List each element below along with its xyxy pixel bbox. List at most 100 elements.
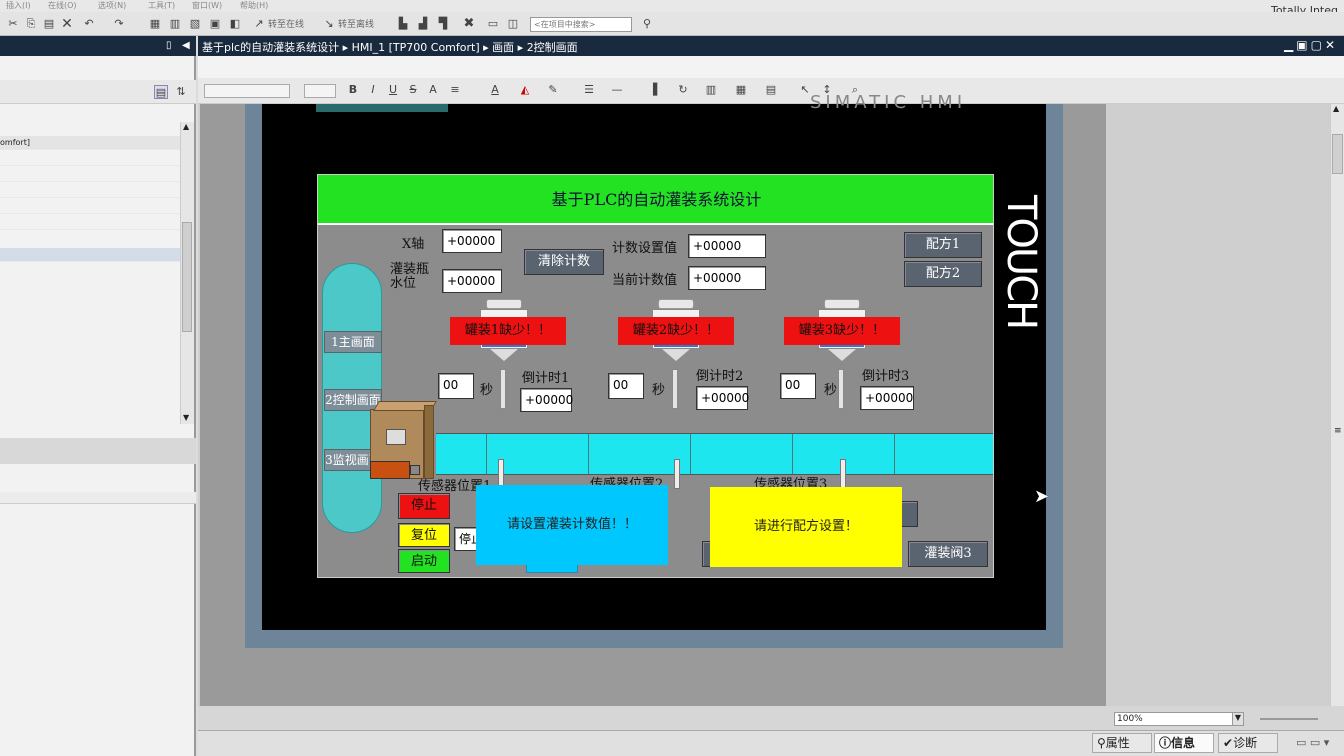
restore-icon[interactable]: ▣	[1296, 38, 1310, 52]
split-horizontal-icon[interactable]: ▭	[486, 17, 500, 31]
go-offline-icon[interactable]: ↘	[322, 17, 336, 31]
delete-icon[interactable]: ✕	[60, 17, 74, 31]
stop-icon[interactable]: ▜	[436, 17, 450, 31]
underline-icon[interactable]: U	[386, 83, 400, 97]
stop-button[interactable]: 停止	[398, 493, 450, 519]
tab-info[interactable]: ⓘ信息	[1154, 733, 1214, 753]
distribute-icon[interactable]: ▥	[704, 83, 718, 97]
tank-3-countdown-field[interactable]: +00000	[860, 386, 914, 410]
tank-1-countdown-field[interactable]: +00000	[520, 388, 573, 412]
clear-count-button[interactable]: 清除计数	[524, 249, 604, 275]
tree-scroll-thumb[interactable]	[182, 222, 192, 332]
compile-icon[interactable]: ▦	[148, 17, 162, 31]
go-online-icon[interactable]: ↗	[252, 17, 266, 31]
strikethrough-icon[interactable]: S	[406, 83, 420, 97]
line-width-icon[interactable]: —	[610, 83, 624, 97]
simulate-icon[interactable]: ▣	[208, 17, 222, 31]
paste-icon[interactable]: ▤	[42, 17, 56, 31]
font-size-select[interactable]	[304, 84, 336, 98]
count-setpoint-io-field[interactable]: +00000	[688, 234, 766, 258]
copy-icon[interactable]: ⎘	[24, 17, 38, 31]
menu-online[interactable]: 在线(O)	[48, 0, 77, 11]
close-icon[interactable]: ✕	[1325, 38, 1338, 52]
menu-options[interactable]: 选项(N)	[98, 0, 126, 11]
italic-icon[interactable]: I	[366, 83, 380, 97]
maximize-icon[interactable]: ▢	[1311, 38, 1325, 52]
inspector-window-buttons[interactable]: ▭ ▭ ▾	[1296, 736, 1329, 749]
bold-icon[interactable]: B	[346, 83, 360, 97]
minimize-icon[interactable]: ▁	[1284, 38, 1296, 52]
download-icon[interactable]: ▥	[168, 17, 182, 31]
recipe1-button[interactable]: 配方1	[904, 232, 982, 258]
tank-2-seconds-field[interactable]: 00	[608, 373, 644, 399]
align-icon[interactable]: ≡	[448, 83, 462, 97]
scroll-up-icon[interactable]: ▲	[183, 122, 189, 131]
editor-scroll-thumb[interactable]	[1332, 134, 1343, 174]
scroll-up-icon[interactable]: ▲	[1333, 104, 1339, 113]
menu-help[interactable]: 帮助(H)	[240, 0, 268, 11]
valve3-button[interactable]: 灌装阀3	[908, 541, 988, 567]
menu-tools[interactable]: 工具(T)	[148, 0, 175, 11]
tank-3-seconds-field[interactable]: 00	[780, 373, 816, 399]
tree-row[interactable]	[0, 152, 180, 166]
upload-icon[interactable]: ▧	[188, 17, 202, 31]
align-objects-icon[interactable]: ▐	[646, 83, 660, 97]
fill-bottle-level-io-field[interactable]: +00000	[442, 269, 502, 293]
monitor-icon[interactable]: ▟	[416, 17, 430, 31]
tree-scrollbar[interactable]: ▲ ▼	[180, 122, 194, 424]
breadcrumb-project[interactable]: 基于plc的自动灌装系统设计	[202, 41, 339, 54]
line-color-icon[interactable]: ✎	[546, 83, 560, 97]
font-color-icon[interactable]: A	[488, 83, 502, 97]
tree-row[interactable]	[0, 168, 180, 182]
accessible-devices-icon[interactable]: ▙	[396, 17, 410, 31]
project-search-input[interactable]: <在项目中搜索>	[530, 17, 632, 32]
tree-item-hmi[interactable]: omfort]	[0, 136, 180, 150]
fill-color-icon[interactable]: ◭	[518, 83, 532, 97]
tree-row[interactable]	[0, 184, 180, 198]
view-toggle-icon[interactable]: ▤	[154, 85, 168, 99]
recipe2-button[interactable]: 配方2	[904, 261, 982, 287]
breadcrumb-device[interactable]: HMI_1 [TP700 Comfort]	[352, 41, 480, 54]
current-count-io-field[interactable]: +00000	[688, 266, 766, 290]
device-icon[interactable]: ◧	[228, 17, 242, 31]
tree-row[interactable]	[0, 200, 180, 214]
menu-insert[interactable]: 插入(I)	[6, 0, 31, 11]
start-button[interactable]: 启动	[398, 549, 450, 573]
go-online-button[interactable]: 转至在线	[268, 17, 304, 30]
tree-row[interactable]	[0, 216, 180, 230]
cut-icon[interactable]: ✂	[6, 17, 20, 31]
zoom-select[interactable]: 100%	[1114, 712, 1238, 726]
rotate-icon[interactable]: ↻	[676, 83, 690, 97]
pin-icon[interactable]: ▯	[166, 40, 172, 51]
reset-button[interactable]: 复位	[398, 523, 450, 547]
text-size-icon[interactable]: A	[426, 83, 440, 97]
cross-icon[interactable]: ✖	[462, 17, 476, 31]
tree-row-selected[interactable]	[0, 248, 180, 262]
nav-main-screen-button[interactable]: 1主画面	[324, 331, 382, 353]
main-toolbar: ✂ ⎘ ▤ ✕ ↶ ↷ ▦ ▥ ▧ ▣ ◧ ↗ 转至在线 ↘ 转至离线 ▙ ▟ …	[0, 12, 1344, 36]
go-offline-button[interactable]: 转至离线	[338, 17, 374, 30]
refresh-icon[interactable]: ⇅	[174, 85, 188, 99]
breadcrumb-current-screen[interactable]: 2控制画面	[527, 41, 578, 54]
breadcrumb-screens[interactable]: 画面	[492, 41, 514, 54]
zoom-dropdown-icon[interactable]: ▼	[1232, 712, 1244, 726]
menu-window[interactable]: 窗口(W)	[192, 0, 222, 11]
search-go-icon[interactable]: ⚲	[640, 17, 654, 31]
hmi-screen[interactable]: 基于PLC的自动灌装系统设计 X轴 +00000 灌装瓶 水位 +00000 清…	[317, 174, 994, 578]
font-family-select[interactable]	[204, 84, 290, 98]
scroll-down-icon[interactable]: ▼	[183, 413, 189, 422]
editor-vertical-scrollbar[interactable]: ▲ ≡	[1330, 104, 1344, 714]
split-vertical-icon[interactable]: ◫	[506, 17, 520, 31]
tank-1-seconds-field[interactable]: 00	[438, 373, 474, 399]
tab-properties[interactable]: ⚲属性	[1092, 733, 1152, 753]
layer-icon[interactable]: ▤	[764, 83, 778, 97]
collapse-left-icon[interactable]: ◀	[182, 40, 190, 51]
line-style-icon[interactable]: ☰	[582, 83, 596, 97]
undo-icon[interactable]: ↶	[82, 17, 96, 31]
group-icon[interactable]: ▦	[734, 83, 748, 97]
tank-2-countdown-field[interactable]: +00000	[696, 386, 749, 410]
redo-icon[interactable]: ↷	[112, 17, 126, 31]
x-axis-io-field[interactable]: +00000	[442, 229, 502, 253]
tab-diagnostics[interactable]: ✔诊断	[1218, 733, 1278, 753]
zoom-slider[interactable]	[1260, 718, 1318, 720]
